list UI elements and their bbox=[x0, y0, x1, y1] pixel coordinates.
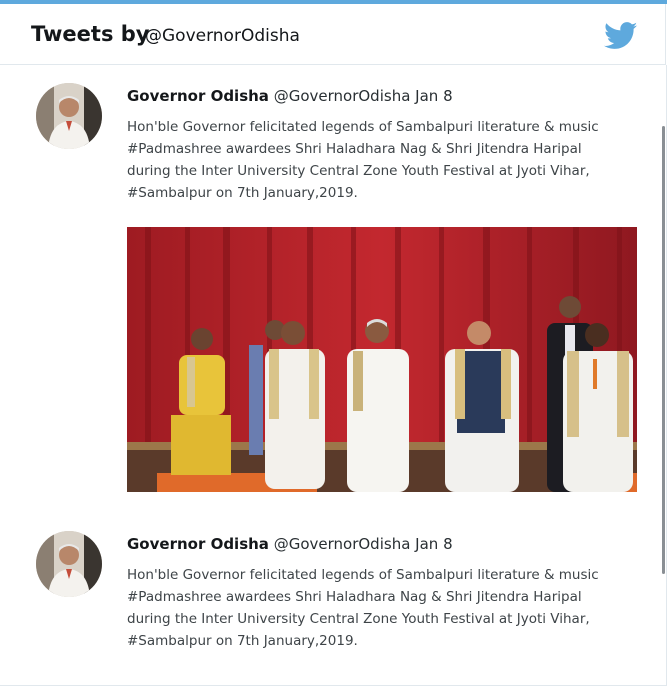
tweet-meta: Governor Odisha @GovernorOdisha Jan 8 bbox=[127, 535, 453, 553]
tweet-text: Hon'ble Governor felicitated legends of … bbox=[127, 116, 617, 204]
scrollbar[interactable] bbox=[662, 126, 665, 574]
tweet-date[interactable]: Jan 8 bbox=[415, 87, 452, 105]
tweet-meta: Governor Odisha @GovernorOdisha Jan 8 bbox=[127, 87, 453, 105]
timeline[interactable]: Governor Odisha @GovernorOdisha Jan 8 Ho… bbox=[0, 65, 667, 686]
tweet-text-line: during the Inter University Central Zone… bbox=[127, 163, 590, 179]
avatar[interactable] bbox=[36, 83, 102, 149]
tweet-text-line: Hon'ble Governor felicitated legends of … bbox=[127, 567, 599, 583]
header-title: Tweets by bbox=[31, 22, 150, 46]
tweet-text-line: #Padmashree awardees Shri Haladhara Nag … bbox=[127, 589, 582, 605]
tweet-text-line: #Sambalpur on 7th January,2019. bbox=[127, 185, 358, 201]
header-handle-link[interactable]: @GovernorOdisha bbox=[145, 26, 300, 46]
author-handle[interactable]: @GovernorOdisha bbox=[274, 535, 411, 553]
tweet-text-line: during the Inter University Central Zone… bbox=[127, 611, 590, 627]
author-handle[interactable]: @GovernorOdisha bbox=[274, 87, 411, 105]
tweet-text-line: #Sambalpur on 7th January,2019. bbox=[127, 633, 358, 649]
avatar[interactable] bbox=[36, 531, 102, 597]
tweet-text-line: Hon'ble Governor felicitated legends of … bbox=[127, 119, 599, 135]
tweet-text-line: #Padmashree awardees Shri Haladhara Nag … bbox=[127, 141, 582, 157]
tweet-photo[interactable] bbox=[127, 227, 637, 492]
timeline-header: Tweets by @GovernorOdisha bbox=[0, 4, 666, 65]
tweet-date[interactable]: Jan 8 bbox=[415, 535, 452, 553]
author-name[interactable]: Governor Odisha bbox=[127, 535, 269, 553]
twitter-bird-icon[interactable] bbox=[604, 22, 638, 50]
tweet-text: Hon'ble Governor felicitated legends of … bbox=[127, 564, 617, 652]
author-name[interactable]: Governor Odisha bbox=[127, 87, 269, 105]
